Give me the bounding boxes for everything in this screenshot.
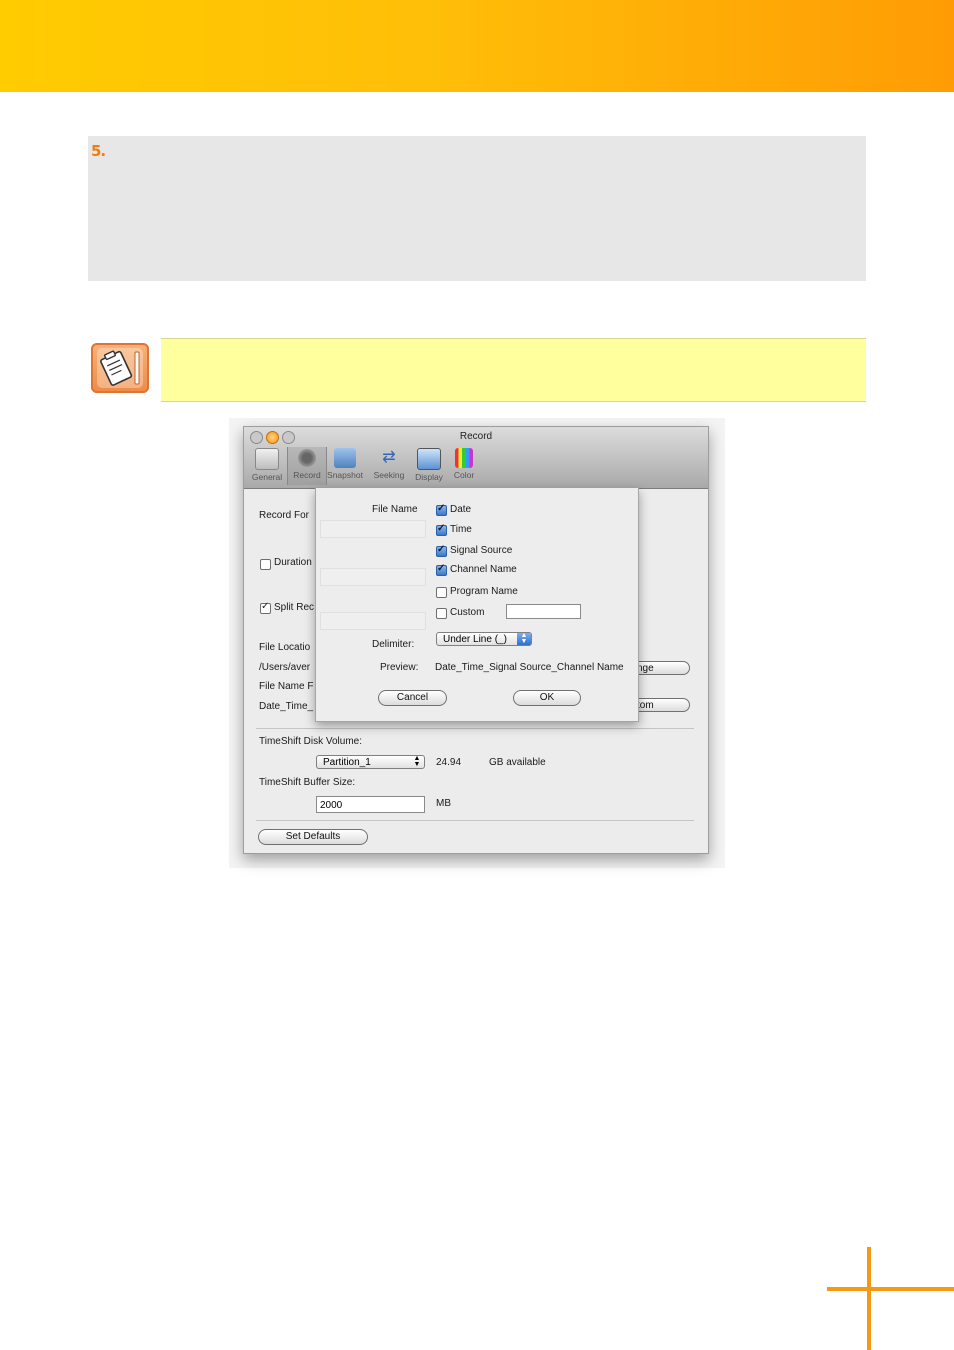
record-format-label: Record For bbox=[259, 510, 310, 521]
date-label: Date bbox=[450, 504, 472, 515]
partition-select[interactable]: Partition_1 ▲ ▼ bbox=[316, 755, 425, 769]
toolbar-label: Snapshot bbox=[327, 470, 363, 480]
file-name-format-sheet: File Name Date Time Signal Source Channe… bbox=[315, 488, 639, 722]
toolbar-label: General bbox=[251, 472, 283, 482]
note-bar bbox=[161, 338, 866, 402]
note-clipboard-icon bbox=[91, 343, 149, 393]
time-checkbox[interactable] bbox=[436, 523, 447, 536]
corner-crosshair-horizontal bbox=[827, 1287, 954, 1291]
change-button-label: nge bbox=[637, 663, 654, 674]
toolbar-label: Record bbox=[293, 470, 321, 480]
window-titlebar: Record General Record Snapshot ⇄ Seeking… bbox=[244, 427, 708, 489]
signal-source-checkbox[interactable] bbox=[436, 544, 447, 557]
set-defaults-button[interactable]: Set Defaults bbox=[258, 829, 368, 845]
ghost-popup bbox=[320, 520, 426, 538]
split-recording-checkbox[interactable] bbox=[260, 601, 271, 614]
delimiter-value: Under Line (_) bbox=[443, 634, 507, 645]
program-name-checkbox[interactable] bbox=[436, 587, 447, 598]
corner-crosshair-vertical bbox=[867, 1247, 871, 1350]
cancel-button-label: Cancel bbox=[396, 692, 429, 703]
available-space-value: 24.94 bbox=[436, 757, 462, 768]
buffer-size-field[interactable]: 2000 bbox=[316, 796, 425, 813]
buffer-size-value: 2000 bbox=[320, 800, 343, 811]
toolbar-seeking[interactable]: ⇄ Seeking bbox=[370, 448, 408, 480]
file-location-path: /Users/aver bbox=[259, 662, 311, 673]
set-defaults-label: Set Defaults bbox=[285, 831, 341, 842]
custom-label: Custom bbox=[450, 607, 485, 618]
snapshot-icon bbox=[334, 448, 356, 468]
file-name-format-value: Date_Time_ bbox=[259, 701, 314, 712]
date-checkbox[interactable] bbox=[436, 503, 447, 516]
available-space-label: GB available bbox=[489, 757, 546, 768]
timeshift-buffer-label: TimeShift Buffer Size: bbox=[259, 777, 356, 788]
duration-label: Duration bbox=[274, 557, 312, 568]
delimiter-label: Delimiter: bbox=[372, 639, 415, 650]
file-name-format-label: File Name F bbox=[259, 681, 314, 692]
signal-source-label: Signal Source bbox=[450, 545, 513, 556]
timeshift-volume-label: TimeShift Disk Volume: bbox=[259, 736, 362, 747]
divider bbox=[256, 728, 694, 729]
window-title: Record bbox=[459, 431, 493, 442]
preview-label: Preview: bbox=[380, 662, 419, 673]
custom-button-label: tom bbox=[637, 700, 654, 711]
file-location-label: File Locatio bbox=[259, 642, 311, 653]
toolbar-label: Display bbox=[415, 472, 443, 482]
partition-value: Partition_1 bbox=[323, 757, 371, 768]
toolbar-display[interactable]: Display bbox=[410, 448, 448, 482]
channel-name-checkbox[interactable] bbox=[436, 563, 447, 576]
toolbar-label: Seeking bbox=[373, 470, 405, 480]
ok-button[interactable]: OK bbox=[513, 690, 581, 706]
ghost-field bbox=[320, 568, 426, 586]
select-arrows-icon: ▲ ▼ bbox=[517, 632, 531, 645]
general-icon bbox=[255, 448, 279, 470]
toolbar-label: Color bbox=[453, 470, 475, 480]
toolbar-snapshot[interactable]: Snapshot bbox=[326, 448, 364, 480]
display-icon bbox=[417, 448, 441, 470]
page-header-bar bbox=[0, 0, 954, 92]
custom-text-field[interactable] bbox=[506, 604, 581, 619]
divider bbox=[256, 820, 694, 821]
channel-name-label: Channel Name bbox=[450, 564, 517, 575]
time-label: Time bbox=[450, 524, 472, 535]
cancel-button[interactable]: Cancel bbox=[378, 690, 447, 706]
duration-checkbox[interactable] bbox=[260, 559, 271, 570]
program-name-label: Program Name bbox=[450, 586, 518, 597]
custom-checkbox[interactable] bbox=[436, 608, 447, 619]
select-arrows-icon: ▲ ▼ bbox=[413, 755, 421, 768]
toolbar-color[interactable]: Color bbox=[445, 448, 483, 480]
record-preferences-screenshot: Record General Record Snapshot ⇄ Seeking… bbox=[229, 418, 725, 868]
preview-value: Date_Time_Signal Source_Channel Name bbox=[435, 662, 624, 673]
split-recording-label: Split Rec bbox=[274, 602, 315, 613]
preferences-window: Record General Record Snapshot ⇄ Seeking… bbox=[243, 426, 709, 854]
ghost-popup bbox=[320, 612, 426, 630]
delimiter-select[interactable]: Under Line (_) ▲ ▼ bbox=[436, 632, 532, 646]
toolbar-record[interactable]: Record bbox=[287, 447, 327, 485]
step-number: 5. bbox=[91, 142, 106, 160]
step-box: 5. bbox=[88, 136, 866, 281]
file-name-label: File Name bbox=[372, 504, 418, 515]
record-icon bbox=[296, 448, 318, 468]
color-icon bbox=[455, 448, 473, 468]
seeking-icon: ⇄ bbox=[382, 449, 396, 466]
toolbar-general[interactable]: General bbox=[248, 448, 286, 482]
buffer-unit: MB bbox=[436, 798, 451, 809]
ok-button-label: OK bbox=[539, 692, 555, 703]
